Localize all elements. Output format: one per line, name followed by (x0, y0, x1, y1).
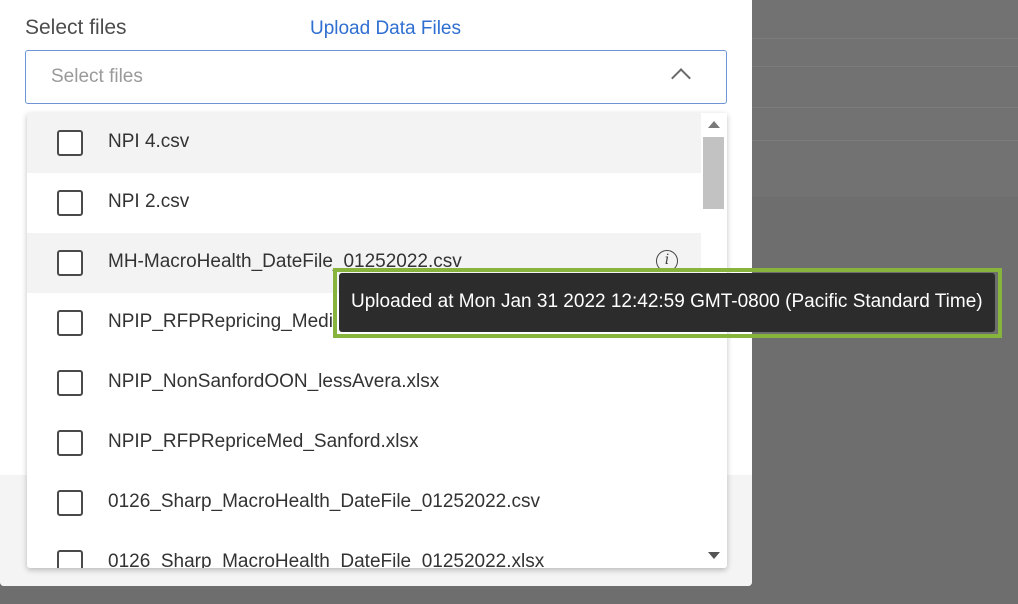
file-options-list: NPI 4.csv NPI 2.csv MH-MacroHealth_DateFil… (27, 113, 727, 568)
file-option-label: NPIP_RFPRepricing_Medi (108, 311, 333, 332)
file-checkbox[interactable] (57, 310, 83, 336)
file-option-label: NPIP_NonSanfordOON_lessAvera.xlsx (108, 371, 440, 392)
background-divider (752, 107, 1018, 108)
file-option[interactable]: NPI 4.csv (27, 113, 701, 173)
file-option[interactable]: NPIP_NonSanfordOON_lessAvera.xlsx (27, 353, 701, 413)
background-divider (752, 66, 1018, 67)
file-option[interactable]: NPI 2.csv (27, 173, 701, 233)
background-divider (752, 140, 1018, 141)
background-bottom (0, 586, 1018, 604)
scrollbar-thumb[interactable] (703, 137, 724, 209)
file-checkbox[interactable] (57, 190, 83, 216)
select-files-dropdown[interactable]: Select files (25, 50, 727, 104)
file-option[interactable]: 0126_Sharp_MacroHealth_DateFile_01252022… (27, 473, 701, 533)
file-checkbox[interactable] (57, 370, 83, 396)
chevron-up-icon[interactable] (671, 68, 691, 88)
tooltip-text: Uploaded at Mon Jan 31 2022 12:42:59 GMT… (351, 291, 983, 312)
background-content (752, 0, 1018, 197)
background-divider (752, 38, 1018, 39)
upload-info-tooltip: Uploaded at Mon Jan 31 2022 12:42:59 GMT… (339, 273, 995, 332)
file-checkbox[interactable] (57, 490, 83, 516)
select-files-placeholder: Select files (51, 66, 143, 87)
file-option-label: NPI 4.csv (108, 131, 190, 152)
scroll-up-arrow-icon[interactable] (708, 121, 720, 128)
option-list: NPI 4.csv NPI 2.csv MH-MacroHealth_DateFil… (27, 113, 701, 568)
file-option-label: NPIP_RFPRepriceMed_Sanford.xlsx (108, 431, 419, 452)
scrollbar[interactable] (701, 113, 727, 568)
file-option[interactable]: 0126_Sharp_MacroHealth_DateFile_01252022… (27, 533, 701, 568)
file-option-label: NPI 2.csv (108, 191, 190, 212)
file-option-label: 0126_Sharp_MacroHealth_DateFile_01252022… (108, 551, 545, 568)
select-files-label: Select files (25, 16, 127, 39)
file-option[interactable]: NPIP_RFPRepriceMed_Sanford.xlsx (27, 413, 701, 473)
file-checkbox[interactable] (57, 130, 83, 156)
file-checkbox[interactable] (57, 430, 83, 456)
scroll-down-arrow-icon[interactable] (708, 552, 720, 559)
file-option-label: 0126_Sharp_MacroHealth_DateFile_01252022… (108, 491, 541, 512)
file-checkbox[interactable] (57, 250, 83, 276)
upload-data-files-link[interactable]: Upload Data Files (310, 18, 461, 40)
file-checkbox[interactable] (57, 550, 83, 568)
